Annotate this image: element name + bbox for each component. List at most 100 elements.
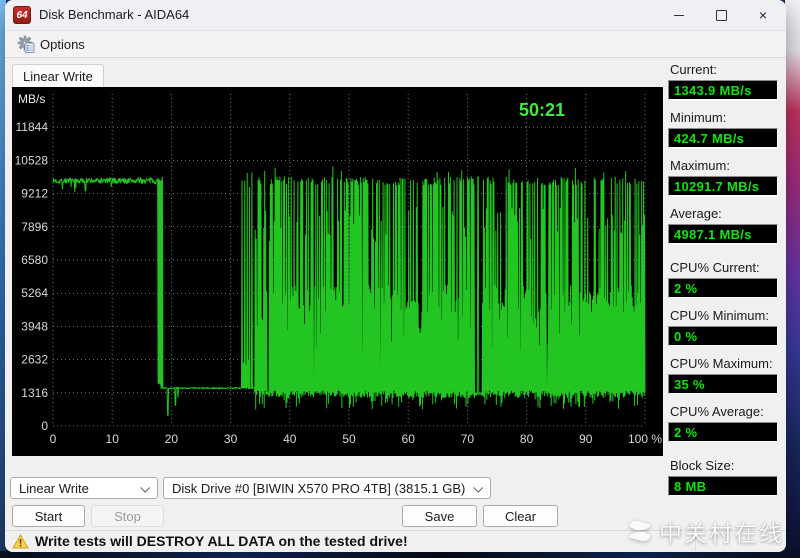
- stat-value-box: 424.7 MB/s: [668, 128, 778, 148]
- stat-block: CPU% Minimum: 0 %: [668, 308, 782, 346]
- options-gear-icon: [17, 35, 35, 53]
- stat-value-box: 2 %: [668, 422, 778, 442]
- stat-value: 1343.9 MB/s: [674, 82, 752, 98]
- stat-value-box: 0 %: [668, 326, 778, 346]
- stat-value-box: 1343.9 MB/s: [668, 80, 778, 100]
- stat-label: Minimum:: [670, 110, 727, 125]
- screen: 64 Disk Benchmark - AIDA64 × Options Lin…: [0, 0, 800, 558]
- minimize-icon: [674, 14, 684, 16]
- stat-value: 8 MB: [674, 478, 707, 494]
- stat-value: 10291.7 MB/s: [674, 178, 760, 194]
- axis-tick-label: 50: [342, 432, 356, 446]
- save-button-label: Save: [424, 508, 455, 524]
- stat-value: 4987.1 MB/s: [674, 226, 752, 242]
- axis-tick-label: 20: [165, 432, 179, 446]
- start-button[interactable]: Start: [12, 505, 85, 527]
- y-axis-unit-label: MB/s: [18, 92, 45, 106]
- axis-tick-label: 30: [224, 432, 238, 446]
- axis-tick-label: 6580: [21, 253, 48, 267]
- stat-value-box: 10291.7 MB/s: [668, 176, 778, 196]
- options-menu-label: Options: [40, 36, 85, 52]
- stat-value: 424.7 MB/s: [674, 130, 745, 146]
- start-button-label: Start: [34, 508, 63, 524]
- close-icon: ×: [758, 7, 768, 23]
- test-type-select[interactable]: Linear Write: [10, 477, 158, 499]
- stop-button: Stop: [91, 505, 164, 527]
- stat-label: Maximum:: [670, 158, 730, 173]
- axis-tick-label: 70: [461, 432, 475, 446]
- status-bar-divider: [695, 533, 696, 551]
- stat-value-box: 8 MB: [668, 476, 778, 496]
- options-menu[interactable]: Options: [13, 33, 89, 55]
- stat-label: CPU% Average:: [670, 404, 764, 419]
- axis-tick-label: 2632: [21, 353, 48, 367]
- status-warning-text: Write tests will DESTROY ALL DATA on the…: [35, 533, 408, 549]
- axis-tick-label: 7896: [21, 220, 48, 234]
- stat-value: 2 %: [674, 280, 698, 296]
- chevron-down-icon: [140, 482, 151, 493]
- clear-button[interactable]: Clear: [483, 505, 558, 527]
- stat-label: Current:: [670, 62, 717, 77]
- axis-tick-label: 10: [106, 432, 120, 446]
- window-controls: ×: [658, 0, 784, 30]
- app-window: 64 Disk Benchmark - AIDA64 × Options Lin…: [5, 0, 786, 552]
- axis-tick-label: 80: [520, 432, 534, 446]
- axis-tick-label: 100 %: [628, 432, 662, 446]
- aida64-app-icon: 64: [13, 6, 31, 24]
- desktop-background-bottom: [0, 551, 800, 558]
- stat-label: Average:: [670, 206, 722, 221]
- stat-value-box: 35 %: [668, 374, 778, 394]
- axis-tick-label: 40: [283, 432, 297, 446]
- stats-panel: Current: 1343.9 MB/s Minimum: 424.7 MB/s Max…: [668, 62, 782, 506]
- drive-select-value: Disk Drive #0 [BIWIN X570 PRO 4TB] (3815…: [172, 480, 466, 496]
- status-warning: Write tests will DESTROY ALL DATA on the…: [12, 533, 408, 549]
- title-bar[interactable]: 64 Disk Benchmark - AIDA64 ×: [5, 0, 786, 31]
- stat-block: CPU% Current: 2 %: [668, 260, 782, 298]
- axis-tick-label: 11844: [16, 120, 49, 134]
- save-button[interactable]: Save: [402, 505, 477, 527]
- axis-tick-label: 60: [402, 432, 416, 446]
- axis-tick-label: 3948: [21, 319, 48, 333]
- axis-tick-label: 5264: [21, 286, 48, 300]
- warning-icon: [12, 533, 29, 548]
- stat-label: CPU% Current:: [670, 260, 760, 275]
- drive-select[interactable]: Disk Drive #0 [BIWIN X570 PRO 4TB] (3815…: [163, 477, 491, 499]
- elapsed-timer: 50:21: [519, 100, 565, 120]
- axis-tick-label: 9212: [21, 187, 48, 201]
- desktop-background-right: [785, 0, 800, 558]
- stat-value-box: 2 %: [668, 278, 778, 298]
- tab-label: Linear Write: [23, 69, 93, 84]
- stat-block: Minimum: 424.7 MB/s: [668, 110, 782, 148]
- stat-block: Maximum: 10291.7 MB/s: [668, 158, 782, 196]
- stat-block: CPU% Maximum: 35 %: [668, 356, 782, 394]
- stat-value: 2 %: [674, 424, 698, 440]
- test-type-value: Linear Write: [19, 480, 89, 496]
- window-title: Disk Benchmark - AIDA64: [39, 7, 190, 22]
- axis-tick-label: 90: [579, 432, 593, 446]
- axis-tick-label: 0: [50, 432, 57, 446]
- close-button[interactable]: ×: [742, 0, 784, 30]
- axis-tick-label: 0: [41, 419, 48, 433]
- maximize-icon: [715, 9, 727, 21]
- stat-value: 35 %: [674, 376, 705, 392]
- minimize-button[interactable]: [658, 0, 700, 30]
- status-bar: Write tests will DESTROY ALL DATA on the…: [5, 530, 786, 552]
- stat-block: CPU% Average: 2 %: [668, 404, 782, 442]
- menu-bar: Options: [5, 31, 786, 58]
- aida64-icon-text: 64: [16, 9, 28, 21]
- tab-linear-write[interactable]: Linear Write: [12, 64, 104, 88]
- benchmark-chart: MB/s 1316 2632 3948 5264 6580 7896 9212 10528 118…: [15, 92, 663, 446]
- stop-button-label: Stop: [114, 508, 141, 524]
- stat-label: CPU% Minimum:: [670, 308, 769, 323]
- chevron-down-icon: [473, 482, 484, 493]
- axis-tick-label: 10528: [15, 153, 49, 167]
- stat-block: Current: 1343.9 MB/s: [668, 62, 782, 100]
- stat-label: Block Size:: [670, 458, 735, 473]
- maximize-button[interactable]: [700, 0, 742, 30]
- clear-button-label: Clear: [504, 508, 537, 524]
- stat-value: 0 %: [674, 328, 698, 344]
- stat-label: CPU% Maximum:: [670, 356, 773, 371]
- stat-block: Average: 4987.1 MB/s: [668, 206, 782, 244]
- axis-tick-label: 1316: [21, 386, 48, 400]
- stat-block: Block Size: 8 MB: [668, 458, 782, 496]
